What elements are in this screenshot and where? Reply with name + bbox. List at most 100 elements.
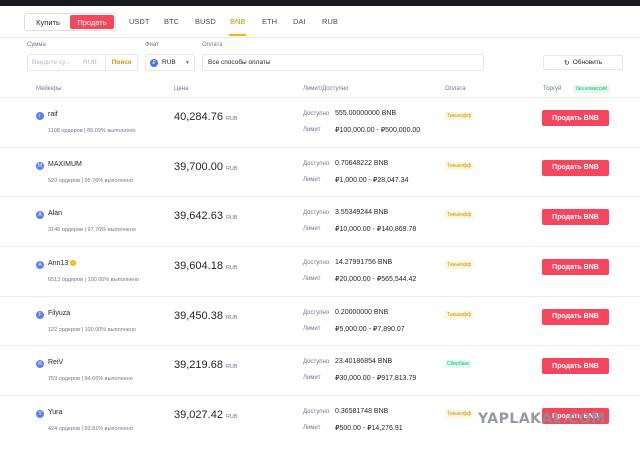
offer-row: A Ann13 ✓ 6513 ордеров | 100.00% выполнен… [0,247,640,297]
asset-tabs: USDT BTC BUSD BNB ETH DAI RUB [0,6,640,38]
sell-bnb-button[interactable]: Продать BNB [542,110,609,126]
ruble-icon: ₽ [150,58,158,67]
maker-stats: 759 ордеров | 94.66% выполнено [48,376,133,383]
fiat-label: Фиат [145,42,159,48]
amount-input[interactable]: Введите су... [28,59,83,66]
price-currency: RUB [225,116,238,122]
price-currency: RUB [225,314,238,321]
maker-stats: 424 ордеров | 93.81% выполнено [48,426,133,433]
asset-tab-busd[interactable]: BUSD [195,17,216,26]
header-price: Цена [174,86,189,92]
limit-value: ₽30,000.00 - ₽917,813.79 [335,375,417,383]
limit-label: Лимит [303,325,321,332]
amount-label: Сумма [27,42,46,48]
limit-label: Лимит [303,226,321,233]
avatar: R [36,360,44,369]
table-header: Мейкеры Цена Лимит/Доступно Оплата Торгу… [0,82,640,98]
offer-price: 39,450.38 [174,309,223,322]
maker-name[interactable]: Ann13 ✓ [48,260,77,268]
offer-price: 39,700.00 [174,160,223,173]
maker-stats: 3146 ордеров | 97.70% выполнено [48,227,136,234]
limit-value: ₽1,000.00 - ₽28,047.34 [335,176,409,184]
limit-label: Лимит [303,375,321,382]
asset-tab-btc[interactable]: BTC [164,17,179,26]
sell-bnb-button[interactable]: Продать BNB [542,358,609,375]
chevron-down-icon: ▼ [185,59,190,66]
price-currency: RUB [225,215,238,222]
payment-method-badge: Тинькофф [445,161,474,170]
available-label: Доступно [303,409,330,416]
maker-name[interactable]: raif [48,111,58,118]
asset-tab-dai[interactable]: DAI [293,17,306,26]
offer-price: 39,027.42 [174,409,223,422]
limit-value: ₽20,000.00 - ₽565,544.42 [335,276,417,284]
filters-bar: Сумма Введите су... RUB Поиск Фиат ₽ RUB… [0,38,640,82]
amount-field[interactable]: Введите су... RUB Поиск [27,54,138,71]
fiat-value: RUB [162,59,176,66]
offer-price: 39,642.63 [174,210,223,223]
limit-value: ₽100,000.00 - ₽500,000.00 [335,127,421,134]
refresh-icon: ↻ [563,59,570,67]
refresh-label: Обновить [572,59,603,66]
asset-tab-bnb[interactable]: BNB [230,17,245,26]
watermark: YAPLAKAL.COM [478,411,606,427]
offer-row: R ReiV 759 ордеров | 94.66% выполнено 39… [0,346,640,397]
available-value: 0.36581748 BNB [335,408,389,416]
maker-name[interactable]: Alan [48,210,62,217]
available-value: 3.55349244 BNB [335,209,389,217]
asset-tab-rub[interactable]: RUB [322,17,338,26]
maker-name[interactable]: Yura [48,409,62,416]
asset-tab-eth[interactable]: ETH [262,17,277,26]
maker-name-text: Ann13 [48,260,69,268]
available-label: Доступно [303,260,330,267]
payment-method-badge: Тинькофф [445,261,474,270]
payment-method-badge: Тинькофф [445,310,474,319]
search-button[interactable]: Поиск [105,55,137,70]
avatar: M [36,161,44,170]
verified-check-icon: ✓ [70,260,77,267]
available-label: Доступно [303,309,330,316]
header-makers: Мейкеры [36,86,62,92]
maker-stats: 6513 ордеров | 100.00% выполнено [48,277,139,284]
available-value: 23.40186854 BNB [335,358,393,366]
payment-label: Оплата [202,42,223,48]
offer-row: M MAXIMUM 520 ордеров | 95.76% выполнено… [0,148,640,198]
maker-stats: 1108 ордеров | 86.09% выполнено [48,128,136,134]
price-currency: RUB [225,414,238,421]
asset-tabs-bar: Купить Продать USDT BTC BUSD BNB ETH DAI… [0,6,640,38]
fiat-select[interactable]: ₽ RUB ▼ [145,54,195,71]
offer-price: 39,219.68 [174,359,223,372]
sell-bnb-button[interactable]: Продать BNB [542,159,609,176]
maker-stats: 122 ордеров | 100.00% выполнено [48,326,136,333]
offer-row: A Alan 3146 ордеров | 97.70% выполнено 3… [0,197,640,248]
asset-tab-usdt[interactable]: USDT [129,17,149,26]
limit-label: Лимит [303,276,321,283]
payment-method-badge: Тинькофф [445,410,474,419]
offer-price: 40,284.76 [174,111,223,123]
limit-label: Лимит [303,425,321,432]
available-label: Доступно [303,210,330,217]
sell-bnb-button[interactable]: Продать BNB [542,209,609,226]
header-trade: Торгуй [543,86,562,92]
payment-method-badge: Тинькофф [445,211,474,220]
offer-row: F Filyuza 122 ордеров | 100.00% выполнен… [0,297,640,347]
header-limit: Лимит/Доступно [303,86,349,92]
refresh-button[interactable]: ↻ Обновить [543,55,623,70]
active-asset-indicator [229,34,246,36]
available-label: Доступно [303,111,330,117]
payment-value: Все способы оплаты [208,59,271,66]
available-value: 555.00000000 BNB [335,110,397,117]
sell-bnb-button[interactable]: Продать BNB [542,308,609,325]
available-value: 0.70648222 BNB [335,159,389,167]
sell-bnb-button[interactable]: Продать BNB [542,259,609,276]
payment-select[interactable]: Все способы оплаты [202,54,484,71]
maker-stats: 520 ордеров | 95.76% выполнено [48,177,133,184]
maker-name[interactable]: MAXIMUM [48,161,82,168]
amount-currency: RUB [83,59,97,66]
available-value: 14.27991756 BNB [335,259,393,267]
maker-name[interactable]: Filyuza [48,310,70,317]
maker-name[interactable]: ReiV [48,359,63,366]
limit-label: Лимит [303,176,321,183]
limit-value: ₽5,000.00 - ₽7,890.07 [335,325,405,333]
avatar: r [36,112,44,120]
